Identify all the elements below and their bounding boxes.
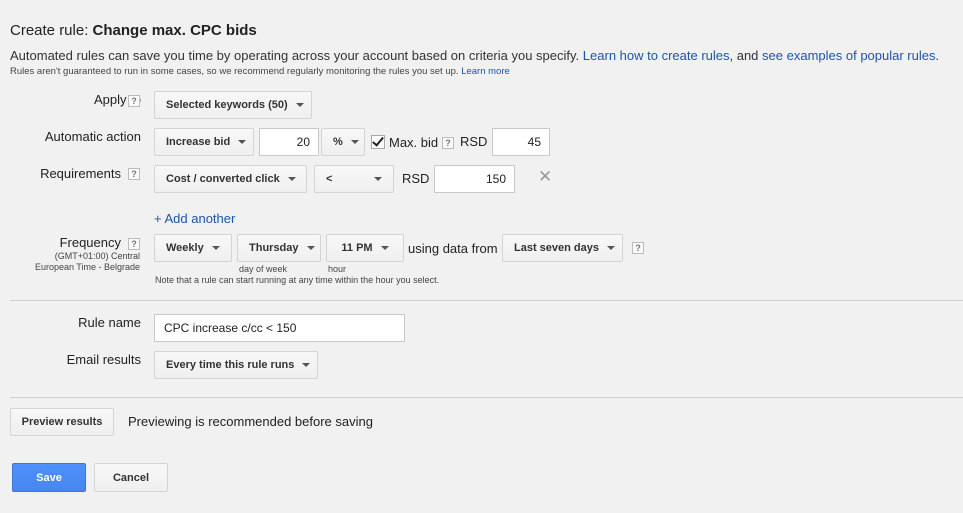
chevron-down-icon bbox=[607, 246, 615, 250]
description-text: Automated rules can save you time by ope… bbox=[10, 48, 580, 63]
frequency-period-value: Weekly bbox=[166, 242, 204, 254]
frequency-note: Note that a rule can start running at an… bbox=[155, 275, 440, 285]
day-of-week-value: Thursday bbox=[249, 242, 299, 254]
requirement-metric-dropdown[interactable]: Cost / converted click bbox=[154, 165, 307, 193]
requirement-value-input[interactable]: 150 bbox=[434, 165, 515, 193]
save-button[interactable]: Save bbox=[12, 463, 86, 492]
day-of-week-caption: day of week bbox=[239, 264, 288, 274]
day-of-week-dropdown[interactable]: Thursday bbox=[237, 234, 321, 262]
email-results-dropdown[interactable]: Every time this rule runs bbox=[154, 351, 318, 379]
title-prefix: Create rule: bbox=[10, 22, 89, 39]
chevron-down-icon bbox=[306, 246, 315, 250]
checkmark-icon bbox=[372, 134, 384, 147]
chevron-down-icon bbox=[374, 177, 382, 181]
apply-to-help-icon[interactable]: ? bbox=[128, 95, 140, 107]
using-data-from-text: using data from bbox=[408, 241, 498, 256]
page-title: Create rule: Change max. CPC bids bbox=[10, 22, 257, 39]
chevron-down-icon bbox=[295, 103, 304, 107]
action-type-value: Increase bid bbox=[166, 136, 231, 148]
bid-change-amount-input[interactable]: 20 bbox=[259, 128, 319, 156]
email-results-label: Email results bbox=[20, 352, 141, 367]
max-bid-label: Max. bid bbox=[389, 135, 439, 150]
requirement-value: 150 bbox=[485, 172, 506, 186]
monitoring-note-text: Rules aren't guaranteed to run in some c… bbox=[10, 66, 459, 77]
requirement-currency: RSD bbox=[402, 171, 430, 186]
chevron-down-icon bbox=[380, 246, 389, 250]
cancel-button[interactable]: Cancel bbox=[94, 463, 168, 492]
action-type-dropdown[interactable]: Increase bid bbox=[154, 128, 254, 156]
rule-name-label-text: Rule name bbox=[78, 315, 141, 330]
add-another-link[interactable]: + Add another bbox=[154, 211, 235, 226]
rule-name-input[interactable]: CPC increase c/cc < 150 bbox=[154, 314, 405, 342]
save-label: Save bbox=[36, 471, 62, 484]
automatic-action-label: Automatic action bbox=[20, 129, 141, 144]
max-bid-help-icon[interactable]: ? bbox=[442, 137, 454, 149]
apply-to-value: Selected keywords (50) bbox=[166, 99, 288, 111]
frequency-help-icon[interactable]: ? bbox=[128, 238, 140, 250]
chevron-down-icon bbox=[287, 177, 296, 181]
apply-to-label: Apply to bbox=[20, 92, 141, 107]
chevron-down-icon bbox=[302, 363, 311, 367]
popular-rules-link[interactable]: see examples of popular rules bbox=[762, 48, 935, 63]
max-bid-value: 45 bbox=[527, 135, 541, 149]
frequency-label-text: Frequency bbox=[59, 235, 121, 250]
email-results-value: Every time this rule runs bbox=[166, 359, 295, 371]
timezone-line1: (GMT+01:00) Central bbox=[54, 251, 140, 261]
max-bid-currency: RSD bbox=[460, 134, 488, 149]
hour-dropdown[interactable]: 11 PM bbox=[326, 234, 404, 262]
preview-results-button[interactable]: Preview results bbox=[10, 408, 114, 436]
requirements-help-icon[interactable]: ? bbox=[128, 168, 140, 180]
learn-more-link[interactable]: Learn more bbox=[461, 66, 510, 77]
description: Automated rules can save you time by ope… bbox=[10, 48, 939, 63]
section-divider bbox=[10, 300, 963, 301]
data-range-help-icon[interactable]: ? bbox=[632, 242, 644, 254]
period-text: . bbox=[935, 48, 940, 63]
and-text: , and bbox=[729, 48, 759, 63]
bid-change-amount-value: 20 bbox=[296, 135, 310, 149]
close-icon[interactable]: ✕ bbox=[538, 167, 552, 187]
requirement-operator-value: < bbox=[326, 173, 333, 185]
preview-results-label: Preview results bbox=[21, 416, 103, 428]
requirement-metric-value: Cost / converted click bbox=[166, 173, 280, 185]
bid-change-unit-dropdown[interactable]: % bbox=[321, 128, 365, 156]
rule-name-label: Rule name bbox=[20, 315, 141, 330]
rule-name-value: CPC increase c/cc < 150 bbox=[164, 321, 297, 335]
requirements-label: Requirements bbox=[20, 166, 121, 181]
hour-caption: hour bbox=[328, 264, 347, 274]
requirement-operator-dropdown[interactable]: < bbox=[314, 165, 394, 193]
monitoring-note: Rules aren't guaranteed to run in some c… bbox=[10, 66, 510, 77]
data-range-value: Last seven days bbox=[514, 242, 599, 254]
max-bid-checkbox[interactable] bbox=[371, 134, 385, 149]
apply-to-dropdown[interactable]: Selected keywords (50) bbox=[154, 91, 312, 119]
frequency-label: Frequency bbox=[20, 235, 121, 250]
chevron-down-icon bbox=[238, 140, 247, 144]
timezone-line2: European Time - Belgrade bbox=[34, 262, 140, 272]
data-range-dropdown[interactable]: Last seven days bbox=[502, 234, 623, 262]
preview-hint: Previewing is recommended before saving bbox=[128, 414, 373, 429]
learn-create-rules-link[interactable]: Learn how to create rules bbox=[583, 48, 730, 63]
automatic-action-label-text: Automatic action bbox=[44, 129, 141, 144]
max-bid-input[interactable]: 45 bbox=[492, 128, 550, 156]
email-results-label-text: Email results bbox=[66, 352, 141, 367]
chevron-down-icon bbox=[211, 246, 220, 250]
bid-change-unit-value: % bbox=[333, 136, 343, 148]
chevron-down-icon bbox=[350, 140, 359, 144]
frequency-period-dropdown[interactable]: Weekly bbox=[154, 234, 232, 262]
cancel-label: Cancel bbox=[112, 471, 150, 484]
hour-value: 11 PM bbox=[341, 242, 373, 254]
section-divider bbox=[10, 397, 963, 398]
requirements-label-text: Requirements bbox=[40, 166, 121, 181]
rule-title: Change max. CPC bids bbox=[92, 22, 257, 39]
